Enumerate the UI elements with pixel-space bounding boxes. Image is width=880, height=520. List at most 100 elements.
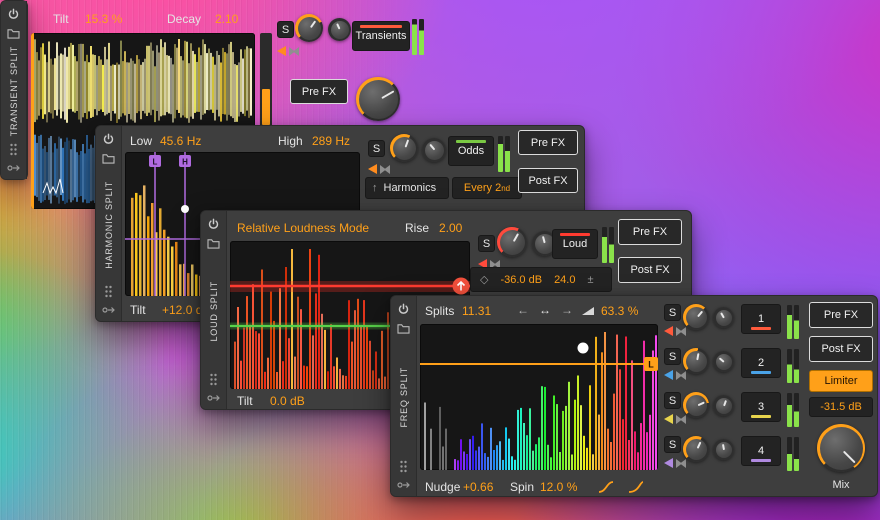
transient-amount-knob[interactable] bbox=[295, 14, 323, 42]
limiter-threshold-value[interactable]: -31.5 dB bbox=[809, 397, 873, 417]
slope-percent-value[interactable]: 63.3 % bbox=[601, 304, 638, 318]
drag-handle-icon[interactable] bbox=[9, 143, 18, 156]
band-secondary-knob[interactable] bbox=[713, 307, 734, 328]
knee-value[interactable]: 24.0 bbox=[554, 274, 575, 286]
tilt-value[interactable]: 0.0 dB bbox=[270, 394, 305, 408]
preset-folder-icon[interactable] bbox=[7, 28, 20, 39]
level-meter bbox=[787, 305, 799, 339]
mix-knob[interactable] bbox=[817, 424, 865, 472]
level-meter bbox=[498, 136, 510, 172]
loud-band-button[interactable]: Loud bbox=[552, 229, 598, 259]
band-gain-knob[interactable] bbox=[683, 348, 709, 374]
device-name: TRANSIENT SPLIT bbox=[9, 46, 19, 136]
routing-icon[interactable] bbox=[207, 393, 221, 403]
decay-label: Decay bbox=[167, 12, 201, 26]
loud-threshold-knob[interactable] bbox=[497, 227, 527, 257]
band-secondary-knob[interactable] bbox=[713, 439, 734, 460]
drag-handle-icon[interactable] bbox=[104, 285, 113, 298]
harmonics-interval-select[interactable]: Every 2nd bbox=[452, 177, 522, 199]
crossover-bowtie-icon[interactable] bbox=[676, 371, 686, 380]
arrow-right-icon[interactable]: → bbox=[561, 303, 573, 317]
post-fx-button[interactable]: Post FX bbox=[518, 168, 578, 193]
curve-shape-icon[interactable] bbox=[628, 481, 644, 493]
post-fx-button[interactable]: Post FX bbox=[809, 336, 873, 362]
rise-value[interactable]: 2.00 bbox=[439, 221, 462, 235]
arrow-both-icon[interactable]: ↔ bbox=[539, 303, 551, 317]
crossover-bowtie-icon[interactable] bbox=[676, 415, 686, 424]
decay-value[interactable]: 2.10 bbox=[215, 12, 238, 26]
solo-button[interactable]: S bbox=[478, 235, 495, 252]
audition-triangle-icon[interactable] bbox=[368, 164, 377, 174]
transient-mix-knob[interactable] bbox=[356, 77, 400, 121]
level-meter bbox=[787, 349, 799, 383]
odds-band-button[interactable]: Odds bbox=[448, 136, 494, 166]
post-fx-button[interactable]: Post FX bbox=[618, 257, 682, 283]
pre-fx-button[interactable]: Pre FX bbox=[290, 79, 348, 104]
band-color-bar bbox=[751, 371, 771, 374]
solo-button[interactable]: S bbox=[664, 436, 681, 453]
threshold-value[interactable]: -36.0 dB bbox=[500, 274, 542, 286]
harmonic-amount-knob[interactable] bbox=[390, 134, 418, 162]
audition-triangle-icon[interactable] bbox=[664, 326, 673, 336]
solo-button[interactable]: S bbox=[664, 392, 681, 409]
audition-triangle-icon[interactable] bbox=[664, 458, 673, 468]
pre-fx-button[interactable]: Pre FX bbox=[618, 219, 682, 245]
low-value[interactable]: 45.6 Hz bbox=[160, 134, 201, 148]
band-gain-knob[interactable] bbox=[683, 436, 709, 462]
tilt-value[interactable]: 15.3 % bbox=[85, 12, 122, 26]
splits-value[interactable]: 11.31 bbox=[462, 304, 491, 318]
band-3-button[interactable]: 3 bbox=[741, 392, 781, 422]
preset-folder-icon[interactable] bbox=[207, 238, 220, 249]
nudge-value[interactable]: +0.66 bbox=[463, 480, 493, 494]
routing-icon[interactable] bbox=[102, 305, 116, 315]
svg-text:L: L bbox=[648, 360, 654, 370]
routing-icon[interactable] bbox=[397, 480, 411, 490]
band-secondary-knob[interactable] bbox=[713, 395, 734, 416]
curve-shape-icon[interactable] bbox=[598, 481, 614, 493]
crossover-bowtie-icon[interactable] bbox=[676, 459, 686, 468]
solo-button[interactable]: S bbox=[368, 140, 385, 157]
tilt-label: Tilt bbox=[237, 394, 253, 408]
band-gain-knob[interactable] bbox=[683, 304, 709, 330]
solo-button[interactable]: S bbox=[277, 21, 294, 38]
freq-spectrum-display[interactable]: L bbox=[420, 324, 658, 470]
band-secondary-knob[interactable] bbox=[713, 351, 734, 372]
routing-icon[interactable] bbox=[7, 163, 21, 173]
limiter-button[interactable]: Limiter bbox=[809, 370, 873, 392]
plus-minus-icon[interactable]: ± bbox=[587, 274, 593, 286]
loudness-mode-label[interactable]: Relative Loudness Mode bbox=[237, 221, 369, 235]
spin-value[interactable]: 12.0 % bbox=[540, 480, 577, 494]
harmonic-secondary-knob[interactable] bbox=[422, 138, 446, 162]
drag-handle-icon[interactable] bbox=[399, 460, 408, 473]
device-strip: LOUD SPLIT bbox=[201, 211, 227, 409]
audition-triangle-icon[interactable] bbox=[664, 370, 673, 380]
high-value[interactable]: 289 Hz bbox=[312, 134, 350, 148]
pre-fx-button[interactable]: Pre FX bbox=[809, 302, 873, 328]
solo-button[interactable]: S bbox=[664, 348, 681, 365]
band-gain-knob[interactable] bbox=[683, 392, 709, 418]
band-2-button[interactable]: 2 bbox=[741, 348, 781, 378]
slope-icon[interactable] bbox=[581, 305, 595, 316]
pre-fx-button[interactable]: Pre FX bbox=[518, 130, 578, 155]
splits-label: Splits bbox=[425, 304, 454, 318]
band-4-button[interactable]: 4 bbox=[741, 436, 781, 466]
harmonics-mode-box[interactable]: ↑ Harmonics bbox=[365, 177, 449, 199]
solo-button[interactable]: S bbox=[664, 304, 681, 321]
power-icon[interactable] bbox=[7, 8, 20, 21]
power-icon[interactable] bbox=[397, 303, 410, 316]
drag-handle-icon[interactable] bbox=[209, 373, 218, 386]
band-1-button[interactable]: 1 bbox=[741, 304, 781, 334]
crossover-bowtie-icon[interactable] bbox=[380, 165, 390, 174]
audition-triangle-icon[interactable] bbox=[664, 414, 673, 424]
power-icon[interactable] bbox=[102, 133, 115, 146]
transient-secondary-knob[interactable] bbox=[328, 18, 351, 41]
shift-up-icon[interactable]: ↑ bbox=[372, 182, 378, 194]
preset-folder-icon[interactable] bbox=[397, 323, 410, 334]
device-strip: HARMONIC SPLIT bbox=[96, 126, 122, 321]
transients-band-button[interactable]: Transients bbox=[352, 21, 410, 51]
arrow-left-icon[interactable]: ← bbox=[517, 303, 529, 317]
preset-folder-icon[interactable] bbox=[102, 153, 115, 164]
threshold-diamond-icon[interactable]: ◇ bbox=[480, 273, 488, 286]
power-icon[interactable] bbox=[207, 218, 220, 231]
crossover-bowtie-icon[interactable] bbox=[676, 327, 686, 336]
